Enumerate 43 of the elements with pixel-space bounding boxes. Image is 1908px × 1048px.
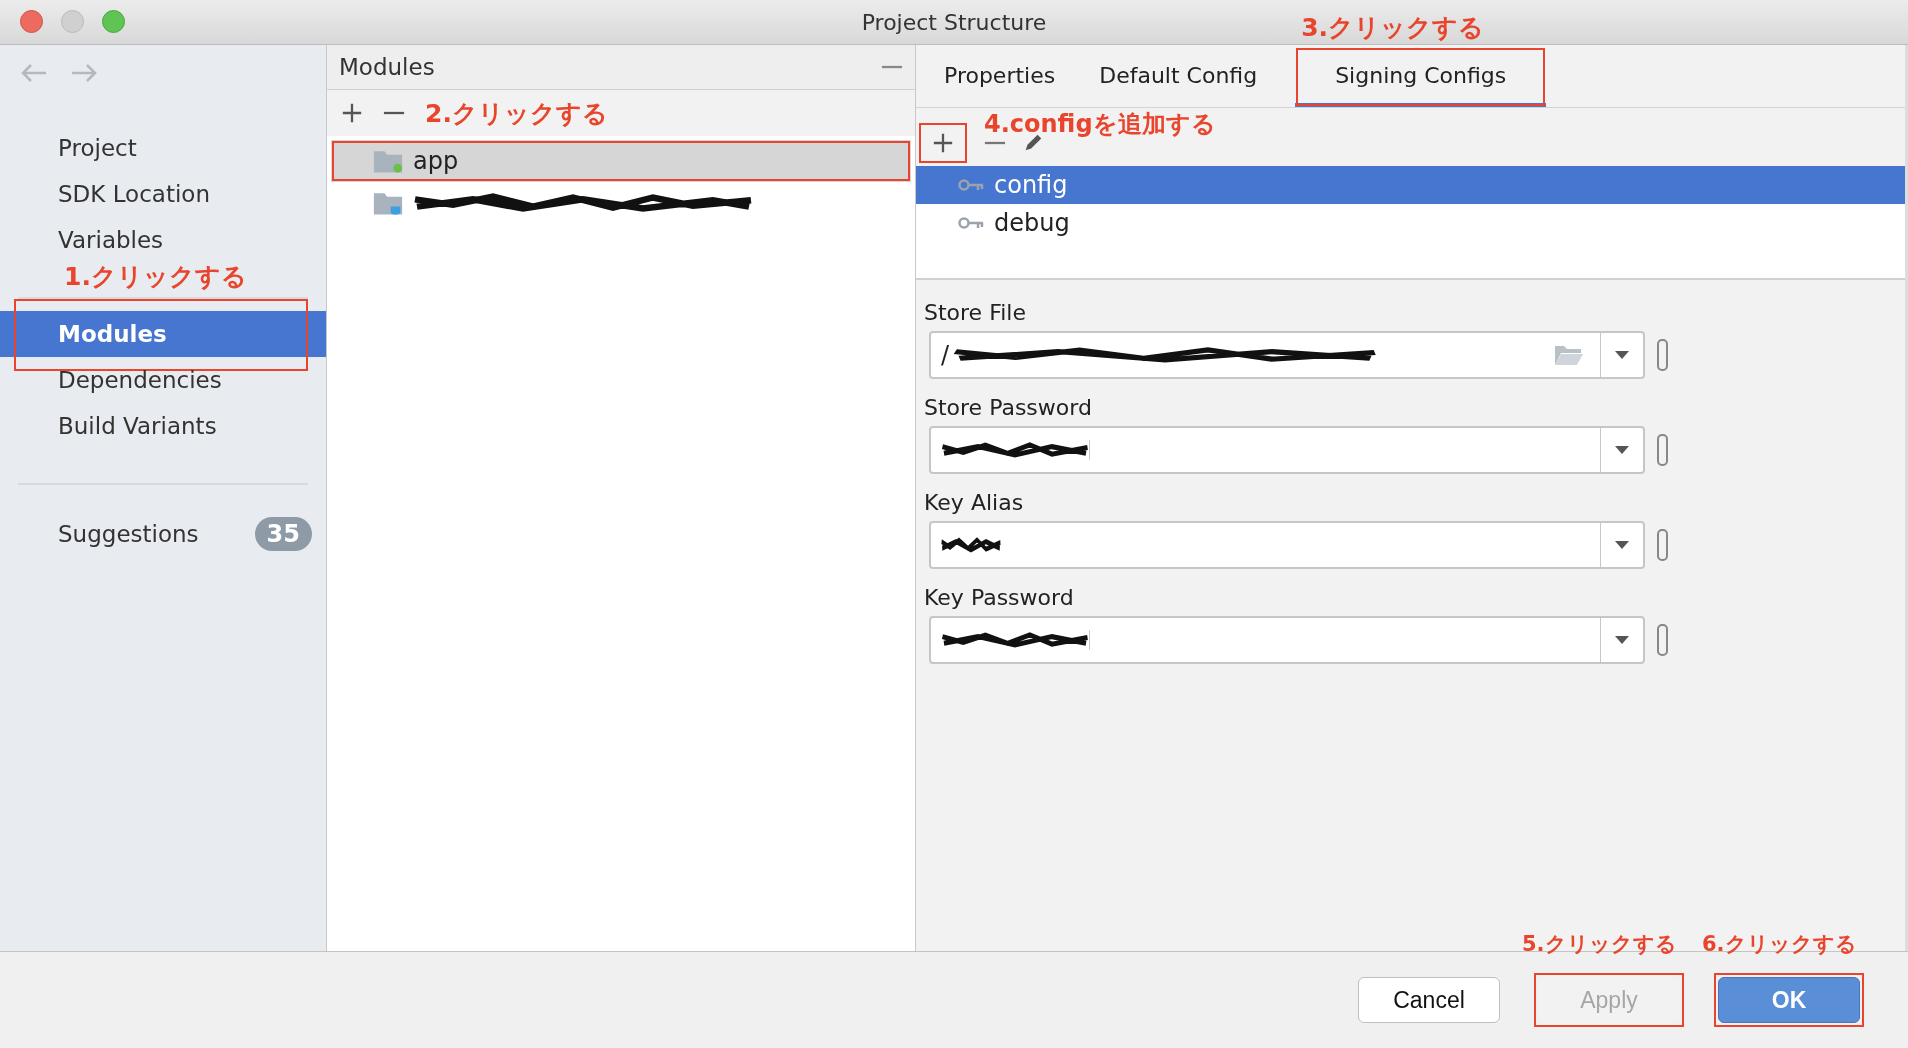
module-row[interactable]: app xyxy=(331,140,911,182)
sidebar-item[interactable]: Variables xyxy=(0,217,326,263)
combo-field[interactable] xyxy=(929,426,1645,474)
annotation-text: 6.クリックする xyxy=(1702,931,1857,957)
dialog-button[interactable]: Cancel xyxy=(1358,977,1500,1023)
combo-field[interactable] xyxy=(929,616,1645,664)
config-row[interactable]: debug xyxy=(916,204,1905,242)
close-button[interactable] xyxy=(20,10,43,33)
sidebar-item[interactable]: Suggestions xyxy=(58,521,199,547)
annotation-text: 2.クリックする xyxy=(425,97,608,130)
field-label: Key Alias xyxy=(924,490,1025,515)
field-label: Store Password xyxy=(924,395,1093,420)
sidebar-item[interactable]: Build Variants xyxy=(0,403,326,449)
sidebar-item[interactable]: SDK Location xyxy=(0,171,326,217)
sidebar-item[interactable]: Project xyxy=(0,125,326,171)
combo-field[interactable]: / xyxy=(929,331,1645,379)
toggle-icon xyxy=(1657,434,1668,466)
redaction-scribble xyxy=(941,535,1001,555)
tab[interactable]: Default Config xyxy=(1077,47,1280,107)
toggle-icon xyxy=(1657,529,1668,561)
key-icon xyxy=(958,216,984,230)
annotation-text: 4.configを追加する xyxy=(984,110,1216,138)
tab[interactable]: Signing Configs xyxy=(1295,47,1547,107)
annotation-text: 5.クリックする xyxy=(1522,931,1677,957)
tab[interactable]: Properties xyxy=(922,47,1078,107)
field-label: Key Password xyxy=(924,585,1075,610)
sidebar-item[interactable]: Modules xyxy=(0,311,326,357)
add-button[interactable] xyxy=(918,122,968,164)
key-icon xyxy=(958,178,984,192)
annotation-text: 3.クリックする xyxy=(1301,12,1485,44)
add-icon[interactable] xyxy=(341,102,363,124)
toggle-icon xyxy=(1657,339,1668,371)
toggle-icon xyxy=(1657,624,1668,656)
field-label: Store File xyxy=(924,300,1027,325)
combo-field[interactable] xyxy=(929,521,1645,569)
panel-title: Modules xyxy=(339,54,435,80)
count-badge: 35 xyxy=(254,517,312,551)
folder-cup-icon xyxy=(373,190,403,216)
window-title: Project Structure xyxy=(861,9,1047,35)
add-icon xyxy=(932,132,954,154)
config-row[interactable]: config xyxy=(916,166,1905,204)
sidebar-item[interactable]: Dependencies xyxy=(0,357,326,403)
annotation-text: 1.クリックする xyxy=(64,263,247,291)
